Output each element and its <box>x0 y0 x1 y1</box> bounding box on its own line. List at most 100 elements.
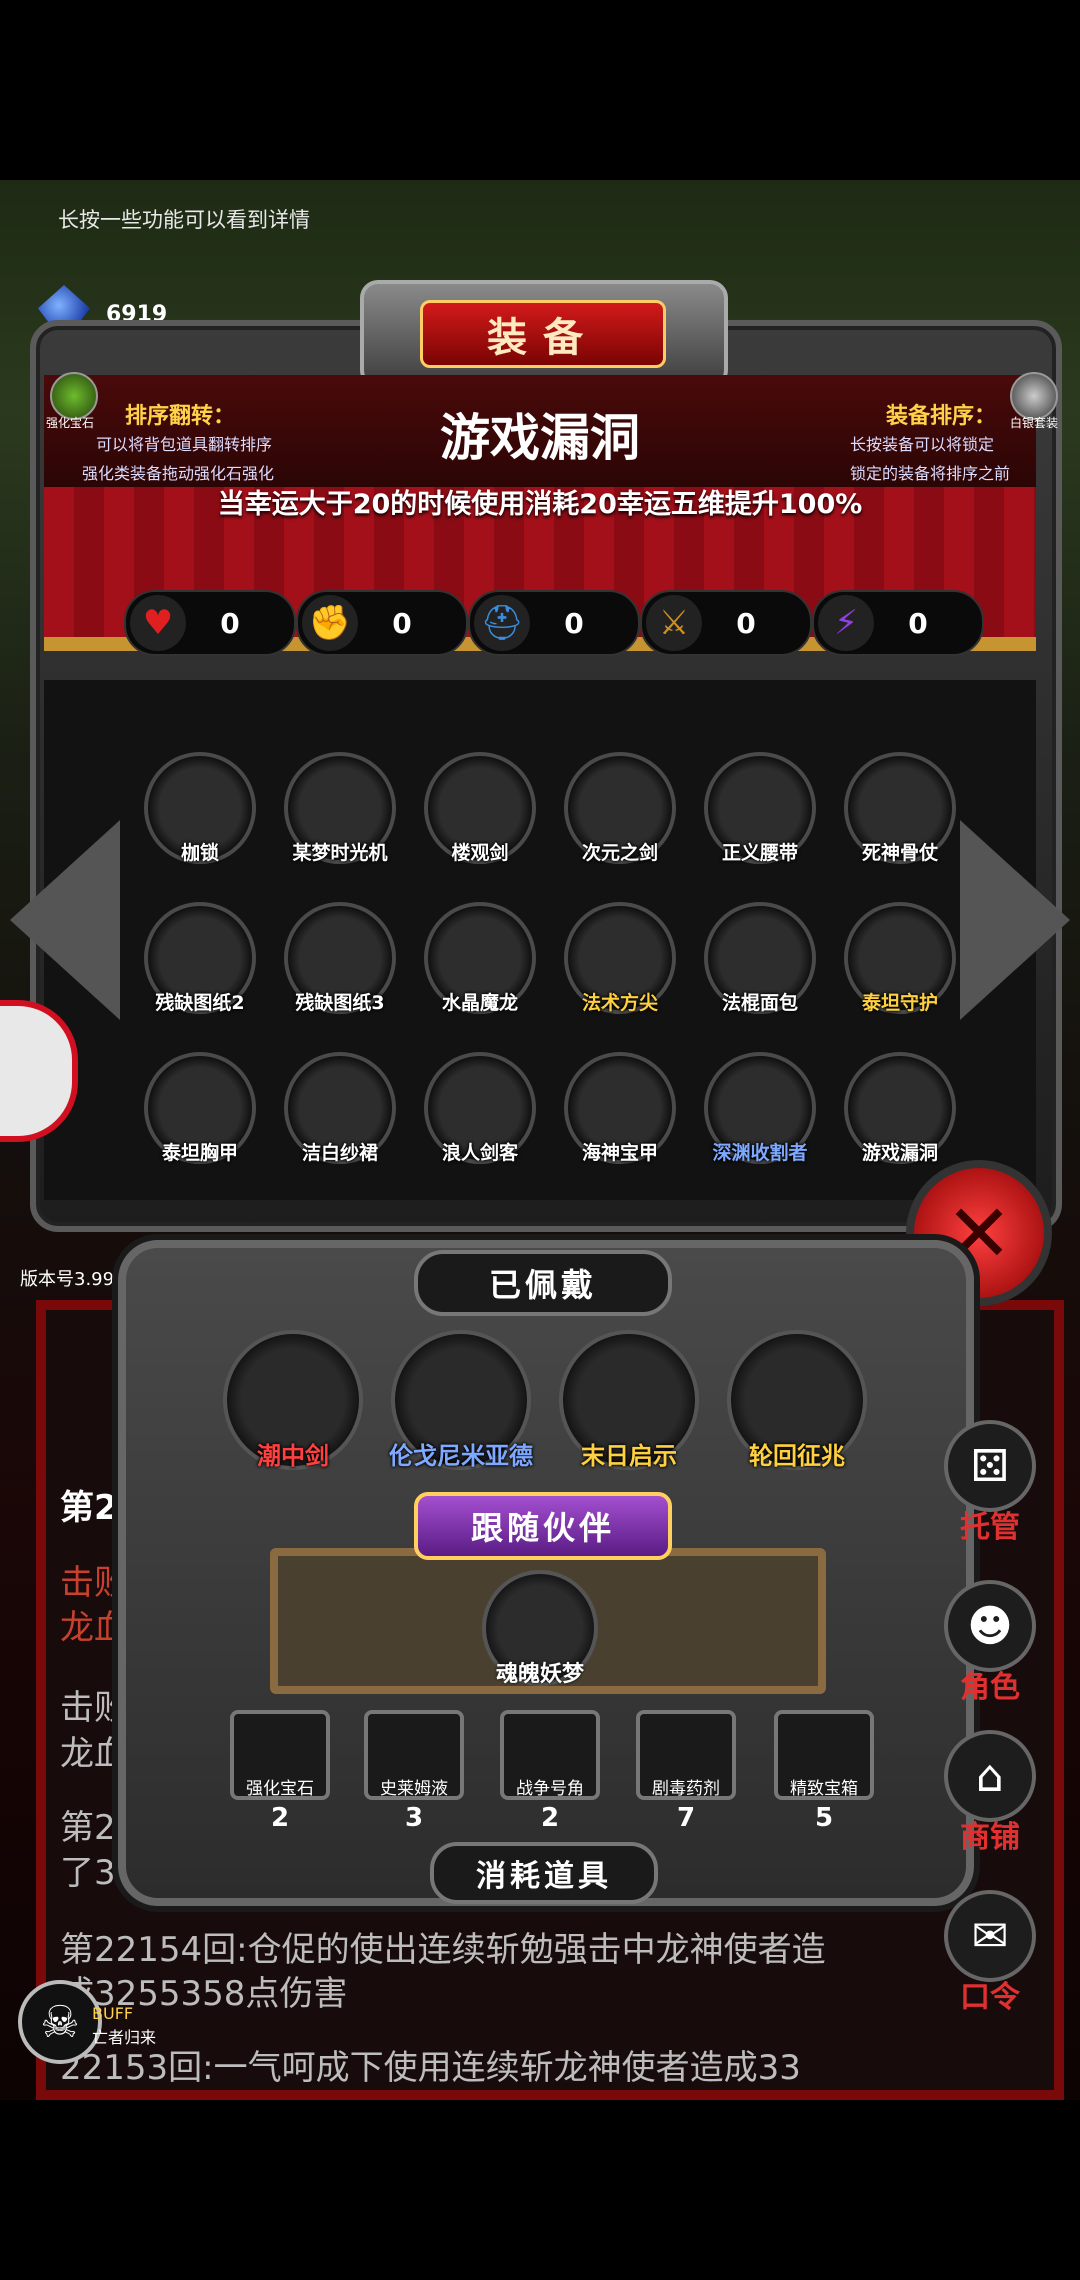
selected-item-description: 当幸运大于20的时候使用消耗20幸运五维提升100% <box>217 489 863 520</box>
equipped-slot[interactable]: 末日启示 <box>544 1330 714 1471</box>
consumable-count: 5 <box>814 1803 834 1833</box>
log-line: 第22154回:仓促的使出连续斩勉强击中龙神使者造 <box>60 1930 826 1970</box>
sword-icon: ⚔ <box>646 595 702 651</box>
inventory-slot[interactable]: 浪人剑客 <box>410 1052 550 1165</box>
hood-icon: ☻ <box>944 1580 1036 1672</box>
item-name: 浪人剑客 <box>441 1142 518 1164</box>
equipped-item-name: 潮中剑 <box>257 1442 329 1470</box>
silver-set-label: 白银套装 <box>1010 416 1059 430</box>
inventory-slot[interactable]: 深渊收割者 <box>690 1052 830 1165</box>
sort-flip-button[interactable]: 排序翻转： <box>125 398 235 430</box>
consumable-name: 史莱姆液 <box>380 1779 448 1799</box>
item-name: 死神骨仗 <box>861 842 938 864</box>
item-name: 泰坦胸甲 <box>161 1142 238 1164</box>
consumable-slot[interactable]: 战争号角 2 <box>500 1710 600 1833</box>
consumable-name: 强化宝石 <box>246 1779 314 1799</box>
inventory-slot[interactable]: 残缺图纸3 <box>270 902 410 1015</box>
side-button-label: 口令 <box>960 1980 1020 2015</box>
consumable-slot[interactable]: 强化宝石 2 <box>230 1710 330 1833</box>
side-button[interactable]: ☻ 角色 <box>940 1580 1040 1706</box>
consumable-count: 2 <box>270 1803 290 1833</box>
side-button-label: 托管 <box>960 1510 1020 1545</box>
strength-icon: ✊ <box>302 595 358 651</box>
inventory-slot[interactable]: 法棍面包 <box>690 902 830 1015</box>
inventory-slot[interactable]: 枷锁 <box>130 752 270 865</box>
helmet-icon: ⛑ <box>474 595 530 651</box>
inventory-slot[interactable]: 正义腰带 <box>690 752 830 865</box>
item-name: 海神宝甲 <box>581 1142 658 1164</box>
stat-pill: ⚡ 0 <box>812 590 984 656</box>
stat-value: 0 <box>908 606 928 640</box>
inventory-slot[interactable]: 死神骨仗 <box>830 752 970 865</box>
side-button[interactable]: ✉ 口令 <box>940 1890 1040 2016</box>
panel-title: 装备 <box>420 300 666 368</box>
item-name: 次元之剑 <box>581 842 658 864</box>
inventory-slot[interactable]: 泰坦守护 <box>830 902 970 1015</box>
consumable-slot[interactable]: 精致宝箱 5 <box>774 1710 874 1833</box>
selected-item-name: 游戏漏洞 <box>440 409 640 467</box>
scroll-icon: ✉ <box>944 1890 1036 1982</box>
item-name: 残缺图纸3 <box>295 992 385 1014</box>
inventory-slot[interactable]: 水晶魔龙 <box>410 902 550 1015</box>
inventory-slot[interactable]: 泰坦胸甲 <box>130 1052 270 1165</box>
stat-value: 0 <box>564 606 584 640</box>
stat-pill: ⛑ 0 <box>468 590 640 656</box>
silver-set-icon[interactable] <box>1010 372 1058 420</box>
partner-title: 跟随伙伴 <box>414 1492 672 1560</box>
equipped-item-name: 末日启示 <box>581 1442 677 1470</box>
hint-text: 长按一些功能可以看到详情 <box>58 208 310 232</box>
strengthen-gem-label: 强化宝石 <box>46 416 95 430</box>
equipped-slot[interactable]: 伦戈尼米亚德 <box>376 1330 546 1471</box>
consumable-name: 剧毒药剂 <box>652 1779 720 1799</box>
item-name: 法棍面包 <box>721 992 798 1014</box>
inventory-slot[interactable]: 法术方尖 <box>550 902 690 1015</box>
inventory-slot[interactable]: 残缺图纸2 <box>130 902 270 1015</box>
item-name: 某梦时光机 <box>292 842 388 864</box>
inventory-slot[interactable]: 某梦时光机 <box>270 752 410 865</box>
stat-pill: ♥ 0 <box>124 590 296 656</box>
item-name: 法术方尖 <box>581 992 658 1014</box>
buff-name: 亡者归来 <box>92 2028 157 2047</box>
item-name: 楼观剑 <box>451 842 509 864</box>
consumable-slot[interactable]: 剧毒药剂 7 <box>636 1710 736 1833</box>
side-button[interactable]: ⌂ 商铺 <box>940 1730 1040 1856</box>
side-button-label: 商铺 <box>960 1820 1020 1855</box>
equipped-title: 已佩戴 <box>414 1250 672 1316</box>
equipped-slot[interactable]: 轮回征兆 <box>712 1330 882 1471</box>
version-label: 版本号3.99 <box>20 1269 115 1290</box>
equipped-slot[interactable]: 潮中剑 <box>208 1330 378 1471</box>
consumable-slot[interactable]: 史莱姆液 3 <box>364 1710 464 1833</box>
consumables-title: 消耗道具 <box>430 1842 658 1904</box>
stat-value: 0 <box>392 606 412 640</box>
item-name: 正义腰带 <box>721 842 798 864</box>
consumable-count: 3 <box>404 1803 424 1833</box>
sort-equip-desc: 锁定的装备将排序之前 <box>850 464 1011 483</box>
inventory-slot[interactable]: 游戏漏洞 <box>830 1052 970 1165</box>
buff-skull-icon[interactable]: ☠ <box>18 1980 102 2064</box>
prev-page-arrow-icon[interactable] <box>10 820 120 1020</box>
next-page-arrow-icon[interactable] <box>960 820 1070 1020</box>
consumable-name: 战争号角 <box>516 1779 584 1799</box>
item-name: 洁白纱裙 <box>301 1142 378 1164</box>
consumable-count: 2 <box>540 1803 560 1833</box>
sort-flip-desc: 可以将背包道具翻转排序 <box>96 435 273 454</box>
side-button-label: 角色 <box>960 1670 1020 1705</box>
log-line: 了3 <box>60 1853 116 1893</box>
buff-label: BUFF <box>92 2004 134 2023</box>
partner-name: 魂魄妖梦 <box>495 1662 584 1687</box>
dice-icon: ⚄ <box>944 1420 1036 1512</box>
heart-icon: ♥ <box>130 595 186 651</box>
strengthen-gem-icon[interactable] <box>50 372 98 420</box>
side-button[interactable]: ⚄ 托管 <box>940 1420 1040 1546</box>
inventory-slot[interactable]: 洁白纱裙 <box>270 1052 410 1165</box>
sort-equip-button[interactable]: 装备排序： <box>886 398 996 430</box>
inventory-slot[interactable]: 次元之剑 <box>550 752 690 865</box>
log-line: 第2 <box>60 1488 118 1528</box>
item-name: 残缺图纸2 <box>155 992 245 1014</box>
inventory-slot[interactable]: 楼观剑 <box>410 752 550 865</box>
item-name: 游戏漏洞 <box>861 1142 938 1164</box>
stat-value: 0 <box>220 606 240 640</box>
inventory-slot[interactable]: 海神宝甲 <box>550 1052 690 1165</box>
item-name: 水晶魔龙 <box>441 992 518 1014</box>
stat-pill: ✊ 0 <box>296 590 468 656</box>
